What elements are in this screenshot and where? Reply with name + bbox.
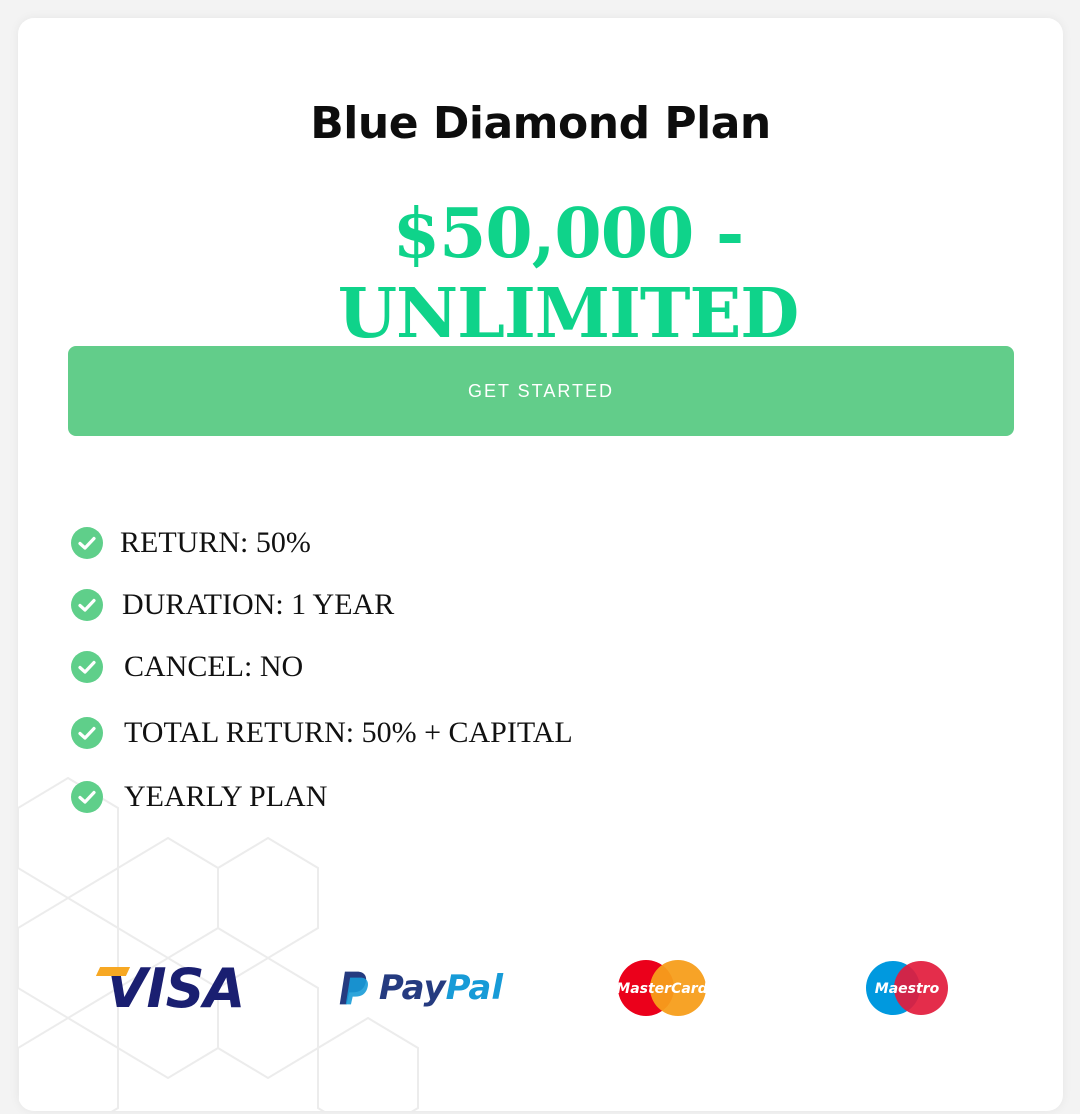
check-circle-icon	[71, 781, 103, 813]
check-circle-icon	[71, 651, 103, 683]
feature-item-total-return: TOTAL RETURN: 50% + CAPITAL	[70, 713, 770, 753]
paypal-logo: PayPal	[338, 948, 503, 1028]
visa-logo: VISA	[95, 948, 250, 1028]
check-circle-icon	[71, 717, 103, 749]
plan-price: $50,000 - UNLIMITED	[337, 194, 800, 354]
get-started-button[interactable]: GET STARTED	[68, 346, 1014, 436]
feature-item-cancel: CANCEL: NO	[70, 647, 770, 687]
check-circle-icon	[71, 527, 103, 559]
pricing-card: Blue Diamond Plan $50,000 - UNLIMITED GE…	[18, 18, 1063, 1111]
feature-label: CANCEL: NO	[124, 650, 304, 683]
paypal-p-icon	[339, 971, 369, 1005]
paypal-pal-text: Pal	[445, 968, 503, 1008]
plan-title: Blue Diamond Plan	[310, 98, 771, 149]
paypal-pay-text: Pay	[378, 968, 446, 1008]
feature-label: YEARLY PLAN	[124, 780, 328, 813]
visa-logo-text: VISA	[105, 956, 246, 1020]
mastercard-logo: MasterCard	[616, 948, 708, 1028]
feature-label: DURATION: 1 YEAR	[122, 588, 395, 621]
mastercard-logo-text: MasterCard	[616, 981, 708, 997]
maestro-logo-text: Maestro	[875, 981, 940, 997]
maestro-logo: Maestro	[864, 948, 950, 1028]
feature-item-return: RETURN: 50%	[70, 523, 770, 563]
feature-item-duration: DURATION: 1 YEAR	[70, 585, 770, 625]
payment-methods: VISA PayPal MasterCard Maestro	[18, 948, 1063, 1028]
feature-label: TOTAL RETURN: 50% + CAPITAL	[124, 716, 573, 749]
feature-item-yearly-plan: YEARLY PLAN	[70, 777, 770, 817]
check-circle-icon	[71, 589, 103, 621]
feature-label: RETURN: 50%	[120, 526, 311, 559]
